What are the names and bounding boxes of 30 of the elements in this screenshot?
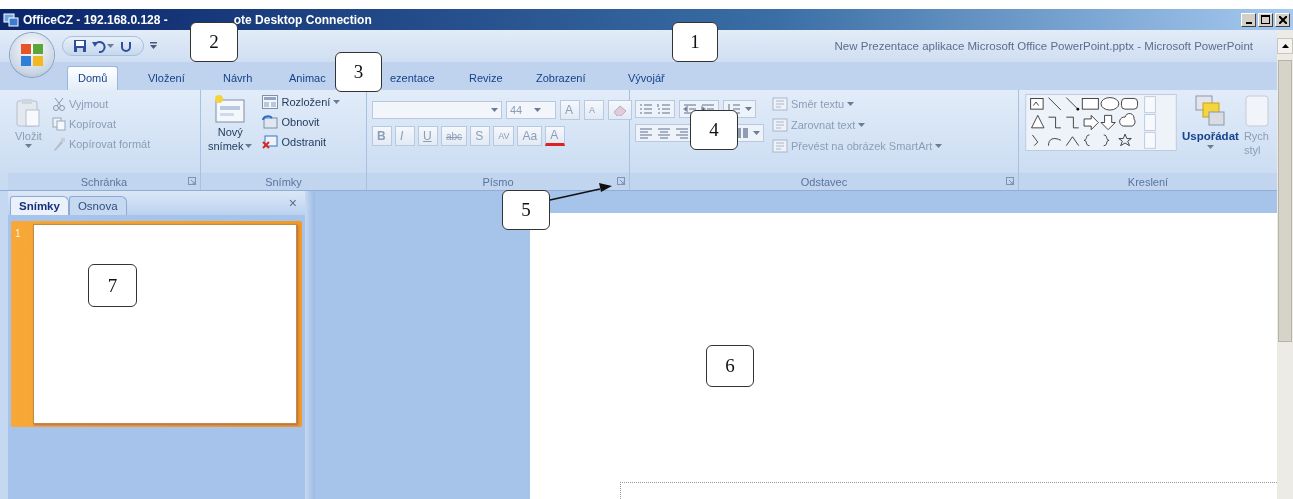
callout-tooltip: 7 [88, 264, 137, 307]
command-button[interactable]: Rozložení [260, 94, 343, 110]
arrange-button[interactable]: Uspořádat [1180, 94, 1241, 173]
ribbon-tab[interactable]: Návrh [216, 66, 260, 90]
callout-tooltip: 5 [502, 190, 550, 230]
ribbon-tab[interactable]: Animac [282, 66, 333, 90]
close-pane-button[interactable]: × [280, 195, 305, 211]
window-title: OfficeCZ - 192.168.0.128 - [23, 12, 168, 27]
slide-number: 1 [14, 227, 22, 241]
group-label: Odstavec [800, 175, 848, 188]
callout-tooltip: 1 [672, 22, 718, 62]
app-title: New Prezentace aplikace Microsoft Office PowerPoint.pptx - Microsoft PowerPoint [834, 40, 1253, 52]
command-button[interactable]: Obnovit [260, 114, 343, 130]
callout-tooltip: 3 [335, 52, 382, 92]
new-slide-button[interactable]: Nový snímek [206, 94, 255, 173]
callout-tooltip: 6 [706, 345, 754, 387]
command-button[interactable]: Odstranit [260, 134, 343, 150]
ribbon-tab[interactable]: Zobrazení [529, 66, 593, 90]
pane-tab[interactable]: Snímky [10, 196, 69, 215]
group-label: Kreslení [1127, 175, 1169, 188]
ribbon-tab[interactable]: Vývojář [621, 66, 672, 90]
ribbon-tab[interactable]: ezentace [383, 66, 442, 90]
ribbon-tab[interactable]: Vložení [141, 66, 192, 90]
callout-tooltip: 4 [690, 110, 738, 150]
ribbon-tab[interactable]: Revize [462, 66, 510, 90]
ribbon-tab[interactable]: Domů [67, 66, 119, 90]
group-label: Písmo [482, 175, 514, 188]
pane-tab[interactable]: Osnova [68, 196, 127, 215]
group-label: Schránka [80, 175, 128, 188]
group-label: Snímky [265, 175, 302, 188]
